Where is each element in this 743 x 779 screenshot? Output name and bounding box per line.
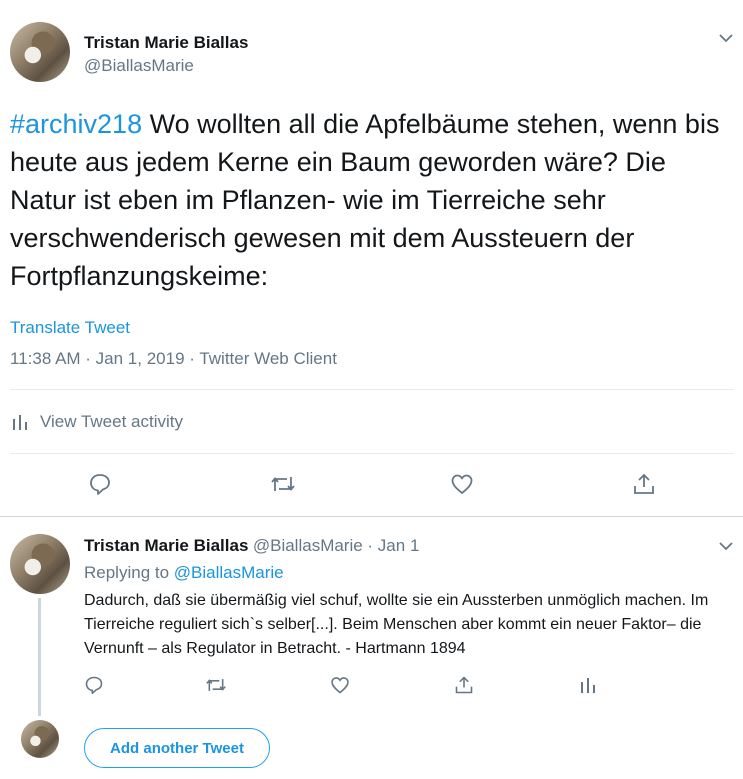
author-handle[interactable]: @BiallasMarie <box>84 56 194 76</box>
tweet-menu-button[interactable] <box>716 28 736 48</box>
heart-icon <box>331 677 349 694</box>
retweet-button[interactable] <box>270 472 296 496</box>
reply-text: Dadurch, daß sie übermäßig viel schuf, w… <box>84 592 709 657</box>
reply-share-button[interactable] <box>454 675 474 695</box>
share-icon <box>634 473 654 494</box>
reply-analytics-button[interactable] <box>580 676 596 694</box>
analytics-icon <box>13 415 27 430</box>
reply-author-avatar[interactable] <box>10 534 70 594</box>
heart-icon <box>451 474 473 495</box>
view-tweet-activity-label: View Tweet activity <box>40 412 183 431</box>
replying-to: Replying to @BiallasMarie <box>84 563 284 583</box>
share-button[interactable] <box>632 472 656 496</box>
tweet-timestamp[interactable]: 11:38 AM · Jan 1, 2019 · Twitter Web Cli… <box>10 349 337 369</box>
chevron-down-icon <box>719 34 733 43</box>
share-icon <box>455 676 473 694</box>
add-another-tweet-button[interactable]: Add another Tweet <box>84 728 270 768</box>
hashtag-link[interactable]: #archiv218 <box>10 109 142 139</box>
translate-tweet-link[interactable]: Translate Tweet <box>10 318 130 338</box>
view-tweet-activity[interactable]: View Tweet activity <box>12 412 183 432</box>
reply-author-meta[interactable]: @BiallasMarie · Jan 1 <box>253 536 420 555</box>
divider <box>0 516 743 517</box>
analytics-icon <box>581 678 595 693</box>
divider <box>10 453 734 454</box>
replying-to-prefix: Replying to <box>84 563 174 582</box>
replying-to-handle[interactable]: @BiallasMarie <box>174 563 284 582</box>
like-button[interactable] <box>450 472 474 496</box>
retweet-icon <box>271 477 295 491</box>
reply-icon <box>85 676 103 695</box>
reply-button[interactable] <box>88 472 112 496</box>
retweet-icon <box>206 679 226 691</box>
reply-author-name[interactable]: Tristan Marie Biallas <box>84 536 248 555</box>
author-name[interactable]: Tristan Marie Biallas <box>84 33 248 53</box>
thread-line <box>38 598 41 716</box>
composer-avatar <box>21 720 59 758</box>
reply-icon <box>90 474 110 495</box>
author-avatar[interactable] <box>10 22 70 82</box>
reply-like-button[interactable] <box>330 675 350 695</box>
reply-retweet-button[interactable] <box>205 675 227 695</box>
reply-reply-button[interactable] <box>84 675 104 695</box>
chevron-down-icon <box>719 542 733 551</box>
tweet-text: #archiv218 Wo wollten all die Apfelbäume… <box>10 105 730 295</box>
reply-header: Tristan Marie Biallas @BiallasMarie · Ja… <box>84 536 419 556</box>
divider <box>10 389 734 390</box>
reply-menu-button[interactable] <box>716 536 736 556</box>
